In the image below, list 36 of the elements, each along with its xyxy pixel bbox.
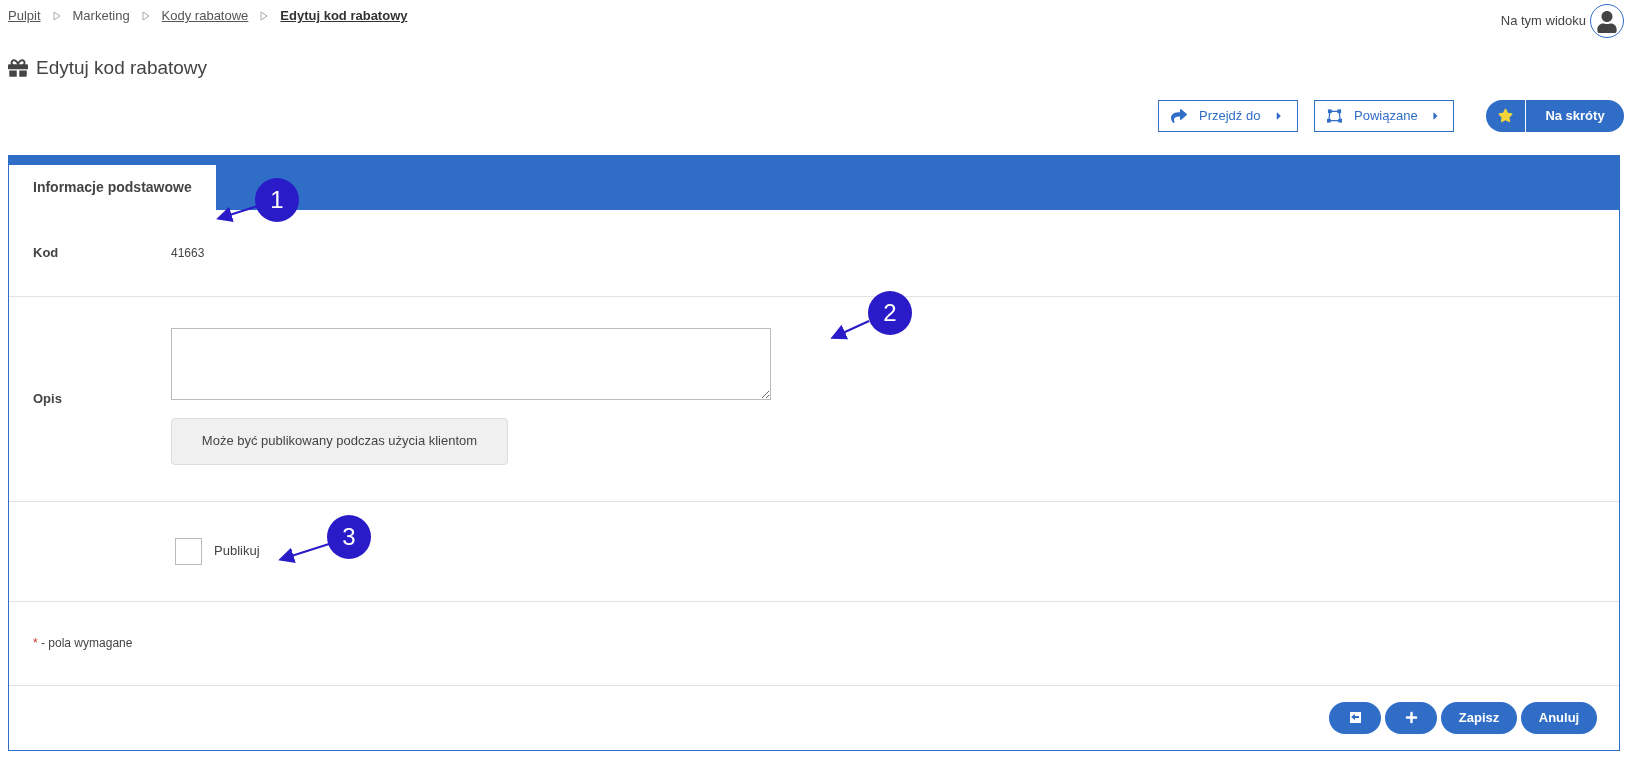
code-value: 41663 — [171, 244, 205, 262]
description-field[interactable] — [171, 327, 771, 400]
return-icon — [1348, 711, 1362, 724]
nodes-icon — [1327, 107, 1343, 124]
page-title: Edytuj kod rabatowy — [36, 56, 208, 80]
callout-number: 2 — [868, 291, 912, 335]
back-button[interactable] — [1329, 701, 1381, 734]
hint-tooltip: Może być publikowany podczas użycia klientom — [171, 417, 508, 465]
publish-checkbox[interactable] — [175, 537, 202, 565]
callout-arrow — [278, 543, 330, 563]
callout-arrow — [830, 320, 870, 340]
publish-label: Publikuj — [214, 542, 260, 561]
triangle-icon — [260, 10, 269, 21]
share-arrow-icon — [1171, 107, 1187, 124]
breadcrumb-label: Marketing — [72, 7, 130, 25]
breadcrumb-link[interactable]: Edytuj kod rabatowy — [280, 6, 408, 26]
callout-number: 3 — [327, 515, 371, 559]
required-note: * - pola wymagane — [33, 635, 133, 652]
related-button[interactable]: Powiązane — [1314, 99, 1454, 132]
save-button[interactable]: Zapisz — [1441, 701, 1517, 734]
gift-icon — [8, 58, 28, 79]
field-label: Kod — [33, 243, 60, 262]
triangle-icon — [141, 10, 150, 21]
triangle-icon — [52, 10, 61, 21]
plus-icon — [1404, 711, 1418, 724]
goto-button[interactable]: Przejdź do — [1158, 99, 1298, 132]
field-label: Opis — [33, 389, 63, 408]
add-button[interactable] — [1385, 701, 1437, 734]
callout-arrow — [216, 205, 259, 222]
cancel-button[interactable]: Anuluj — [1521, 701, 1597, 734]
breadcrumb-link[interactable]: Kody rabatowe — [161, 6, 249, 26]
shortcuts-button[interactable]: Na skróty — [1486, 99, 1624, 132]
breadcrumb-link[interactable]: Pulpit — [8, 6, 41, 26]
tab[interactable]: Informacje podstawowe — [9, 164, 216, 210]
view-label: Na tym widoku — [1500, 12, 1586, 31]
star-icon — [1498, 108, 1513, 123]
